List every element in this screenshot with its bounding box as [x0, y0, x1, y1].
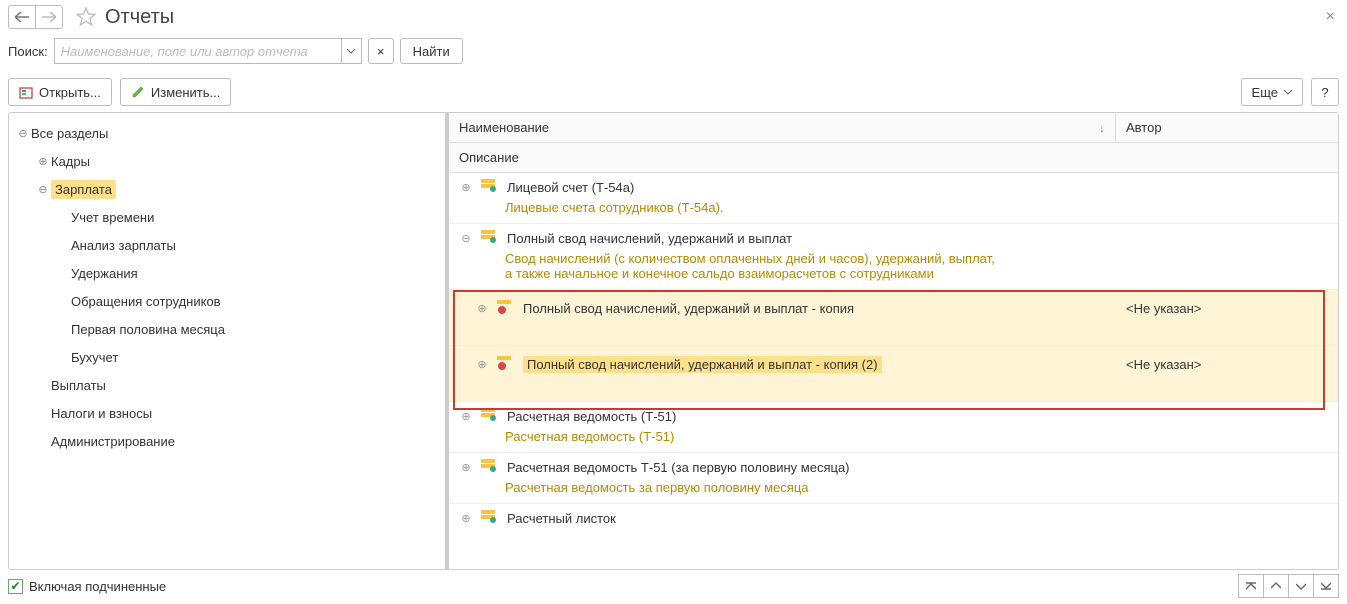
- expand-icon[interactable]: ⊕: [459, 410, 473, 423]
- expand-icon[interactable]: ⊕: [475, 302, 489, 315]
- more-button[interactable]: Еще: [1241, 78, 1303, 106]
- report-user-icon: [497, 300, 515, 317]
- search-dropdown-button[interactable]: [342, 38, 362, 64]
- author-cell: <Не указан>: [1116, 301, 1338, 316]
- report-icon: [481, 510, 499, 527]
- tree-vyplaty[interactable]: Выплаты: [9, 371, 445, 399]
- scroll-top-button[interactable]: [1238, 574, 1264, 598]
- tree-nalogi[interactable]: Налоги и взносы: [9, 399, 445, 427]
- report-item[interactable]: ⊕Лицевой счет (Т-54а) Лицевые счета сотр…: [449, 173, 1338, 224]
- tree-root[interactable]: ⊖Все разделы: [9, 119, 445, 147]
- edit-button[interactable]: Изменить...: [120, 78, 231, 106]
- expand-icon[interactable]: ⊕: [459, 512, 473, 525]
- tree-uchet[interactable]: Учет времени: [9, 203, 445, 231]
- tree-analiz[interactable]: Анализ зарплаты: [9, 231, 445, 259]
- tree-zarplata[interactable]: ⊖Зарплата: [9, 175, 445, 203]
- edit-label: Изменить...: [151, 85, 220, 100]
- help-button[interactable]: ?: [1311, 78, 1339, 106]
- report-icon: [481, 408, 499, 425]
- more-label: Еще: [1252, 85, 1278, 100]
- expand-icon[interactable]: ⊕: [459, 181, 473, 194]
- find-button[interactable]: Найти: [400, 38, 463, 64]
- report-description: Свод начислений (с количеством оплаченны…: [449, 247, 1338, 283]
- pencil-icon: [131, 85, 145, 99]
- table-header: Наименование↓ Автор: [449, 113, 1338, 143]
- tree-kadry[interactable]: ⊕Кадры: [9, 147, 445, 175]
- scroll-up-button[interactable]: [1263, 574, 1289, 598]
- report-icon: [481, 179, 499, 196]
- nav-forward-button[interactable]: [35, 5, 63, 29]
- open-button[interactable]: Открыть...: [8, 78, 112, 106]
- col-name[interactable]: Наименование↓: [449, 113, 1116, 142]
- report-item[interactable]: ⊕Расчетный листок: [449, 504, 1338, 533]
- close-icon[interactable]: ×: [1326, 8, 1335, 26]
- report-item-copy[interactable]: ⊕Полный свод начислений, удержаний и вып…: [449, 346, 1338, 402]
- clear-search-button[interactable]: ×: [368, 38, 394, 64]
- page-title: Отчеты: [105, 6, 174, 29]
- col-author[interactable]: Автор: [1116, 113, 1338, 142]
- collapse-icon[interactable]: ⊖: [459, 232, 473, 245]
- report-icon: [481, 230, 499, 247]
- report-icon: [481, 459, 499, 476]
- report-item-copy[interactable]: ⊕Полный свод начислений, удержаний и вып…: [449, 290, 1338, 346]
- tree-admin[interactable]: Администрирование: [9, 427, 445, 455]
- report-user-icon: [497, 356, 515, 373]
- expand-icon[interactable]: ⊕: [35, 155, 51, 168]
- category-tree: ⊖Все разделы ⊕Кадры ⊖Зарплата Учет време…: [9, 113, 449, 569]
- report-item[interactable]: ⊕Расчетная ведомость Т-51 (за первую пол…: [449, 453, 1338, 504]
- scroll-down-button[interactable]: [1288, 574, 1314, 598]
- author-cell: <Не указан>: [1116, 357, 1338, 372]
- open-icon: [19, 85, 33, 99]
- open-label: Открыть...: [39, 85, 101, 100]
- scroll-bottom-button[interactable]: [1313, 574, 1339, 598]
- tree-buhuchet[interactable]: Бухучет: [9, 343, 445, 371]
- report-item[interactable]: ⊕Расчетная ведомость (Т-51) Расчетная ве…: [449, 402, 1338, 453]
- include-subordinates-label: Включая подчиненные: [29, 579, 166, 594]
- sort-asc-icon: ↓: [1099, 121, 1105, 135]
- report-description: Лицевые счета сотрудников (Т-54а).: [449, 196, 1338, 217]
- nav-back-button[interactable]: [8, 5, 36, 29]
- search-label: Поиск:: [8, 44, 48, 59]
- col-description[interactable]: Описание: [449, 143, 1338, 173]
- collapse-icon[interactable]: ⊖: [15, 127, 31, 140]
- include-subordinates-checkbox[interactable]: ✔ Включая подчиненные: [8, 579, 166, 594]
- tree-pervaya[interactable]: Первая половина месяца: [9, 315, 445, 343]
- expand-icon[interactable]: ⊕: [459, 461, 473, 474]
- tree-obrash[interactable]: Обращения сотрудников: [9, 287, 445, 315]
- report-description: Расчетная ведомость за первую половину м…: [449, 476, 1338, 497]
- report-description: Расчетная ведомость (Т-51): [449, 425, 1338, 446]
- expand-icon[interactable]: ⊕: [475, 358, 489, 371]
- search-input[interactable]: [54, 38, 342, 64]
- chevron-down-icon: [1284, 90, 1292, 95]
- checkbox-icon: ✔: [8, 579, 23, 594]
- tree-uderzh[interactable]: Удержания: [9, 259, 445, 287]
- report-item[interactable]: ⊖Полный свод начислений, удержаний и вып…: [449, 224, 1338, 290]
- favorite-star-icon[interactable]: [73, 4, 99, 30]
- collapse-icon[interactable]: ⊖: [35, 183, 51, 196]
